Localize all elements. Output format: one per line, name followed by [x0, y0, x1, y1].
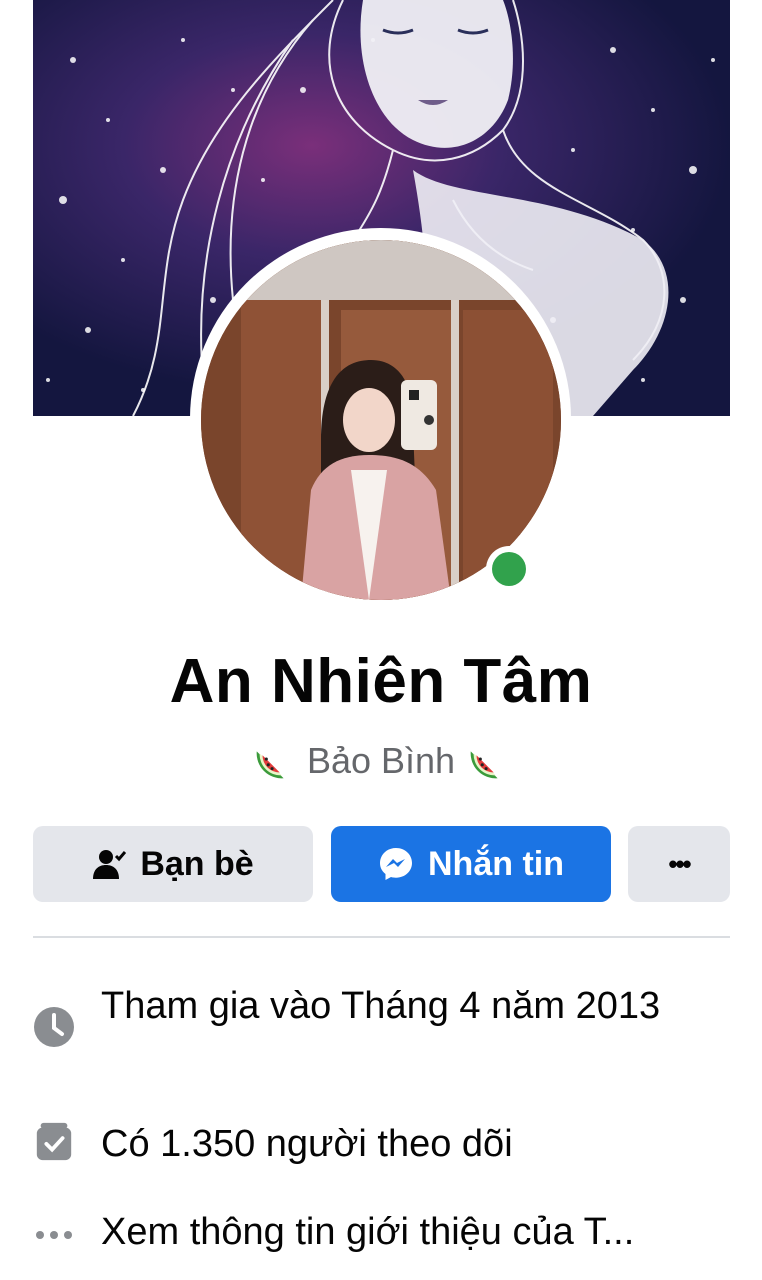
message-button[interactable]: Nhắn tin — [331, 826, 611, 902]
profile-name: An Nhiên Tâm — [169, 647, 593, 716]
messenger-icon — [380, 848, 412, 880]
person-check-icon — [93, 850, 127, 879]
friends-button[interactable]: Bạn bè — [33, 826, 313, 902]
followers-count-text: Có 1.350 người theo dõi — [101, 1123, 513, 1165]
more-options-button[interactable]: ••• — [628, 826, 730, 902]
profile-bio: Bảo Bình — [0, 738, 762, 784]
more-dots-icon — [36, 1231, 72, 1239]
watermelon-icon — [470, 751, 498, 779]
online-status-dot — [492, 552, 526, 586]
section-divider — [33, 936, 730, 938]
joined-date-text: Tham gia vào Tháng 4 năm 2013 — [101, 985, 661, 1027]
about-link-text[interactable]: Xem thông tin giới thiệu của T... — [101, 1206, 701, 1258]
message-button-label: Nhắn tin — [428, 844, 564, 883]
followers-card-icon — [36, 1122, 72, 1161]
bio-text: Bảo Bình — [306, 740, 456, 781]
clock-icon — [34, 1007, 74, 1047]
watermelon-icon — [256, 751, 284, 779]
more-horizontal-icon: ••• — [668, 848, 691, 879]
friends-button-label: Bạn bè — [140, 844, 254, 883]
